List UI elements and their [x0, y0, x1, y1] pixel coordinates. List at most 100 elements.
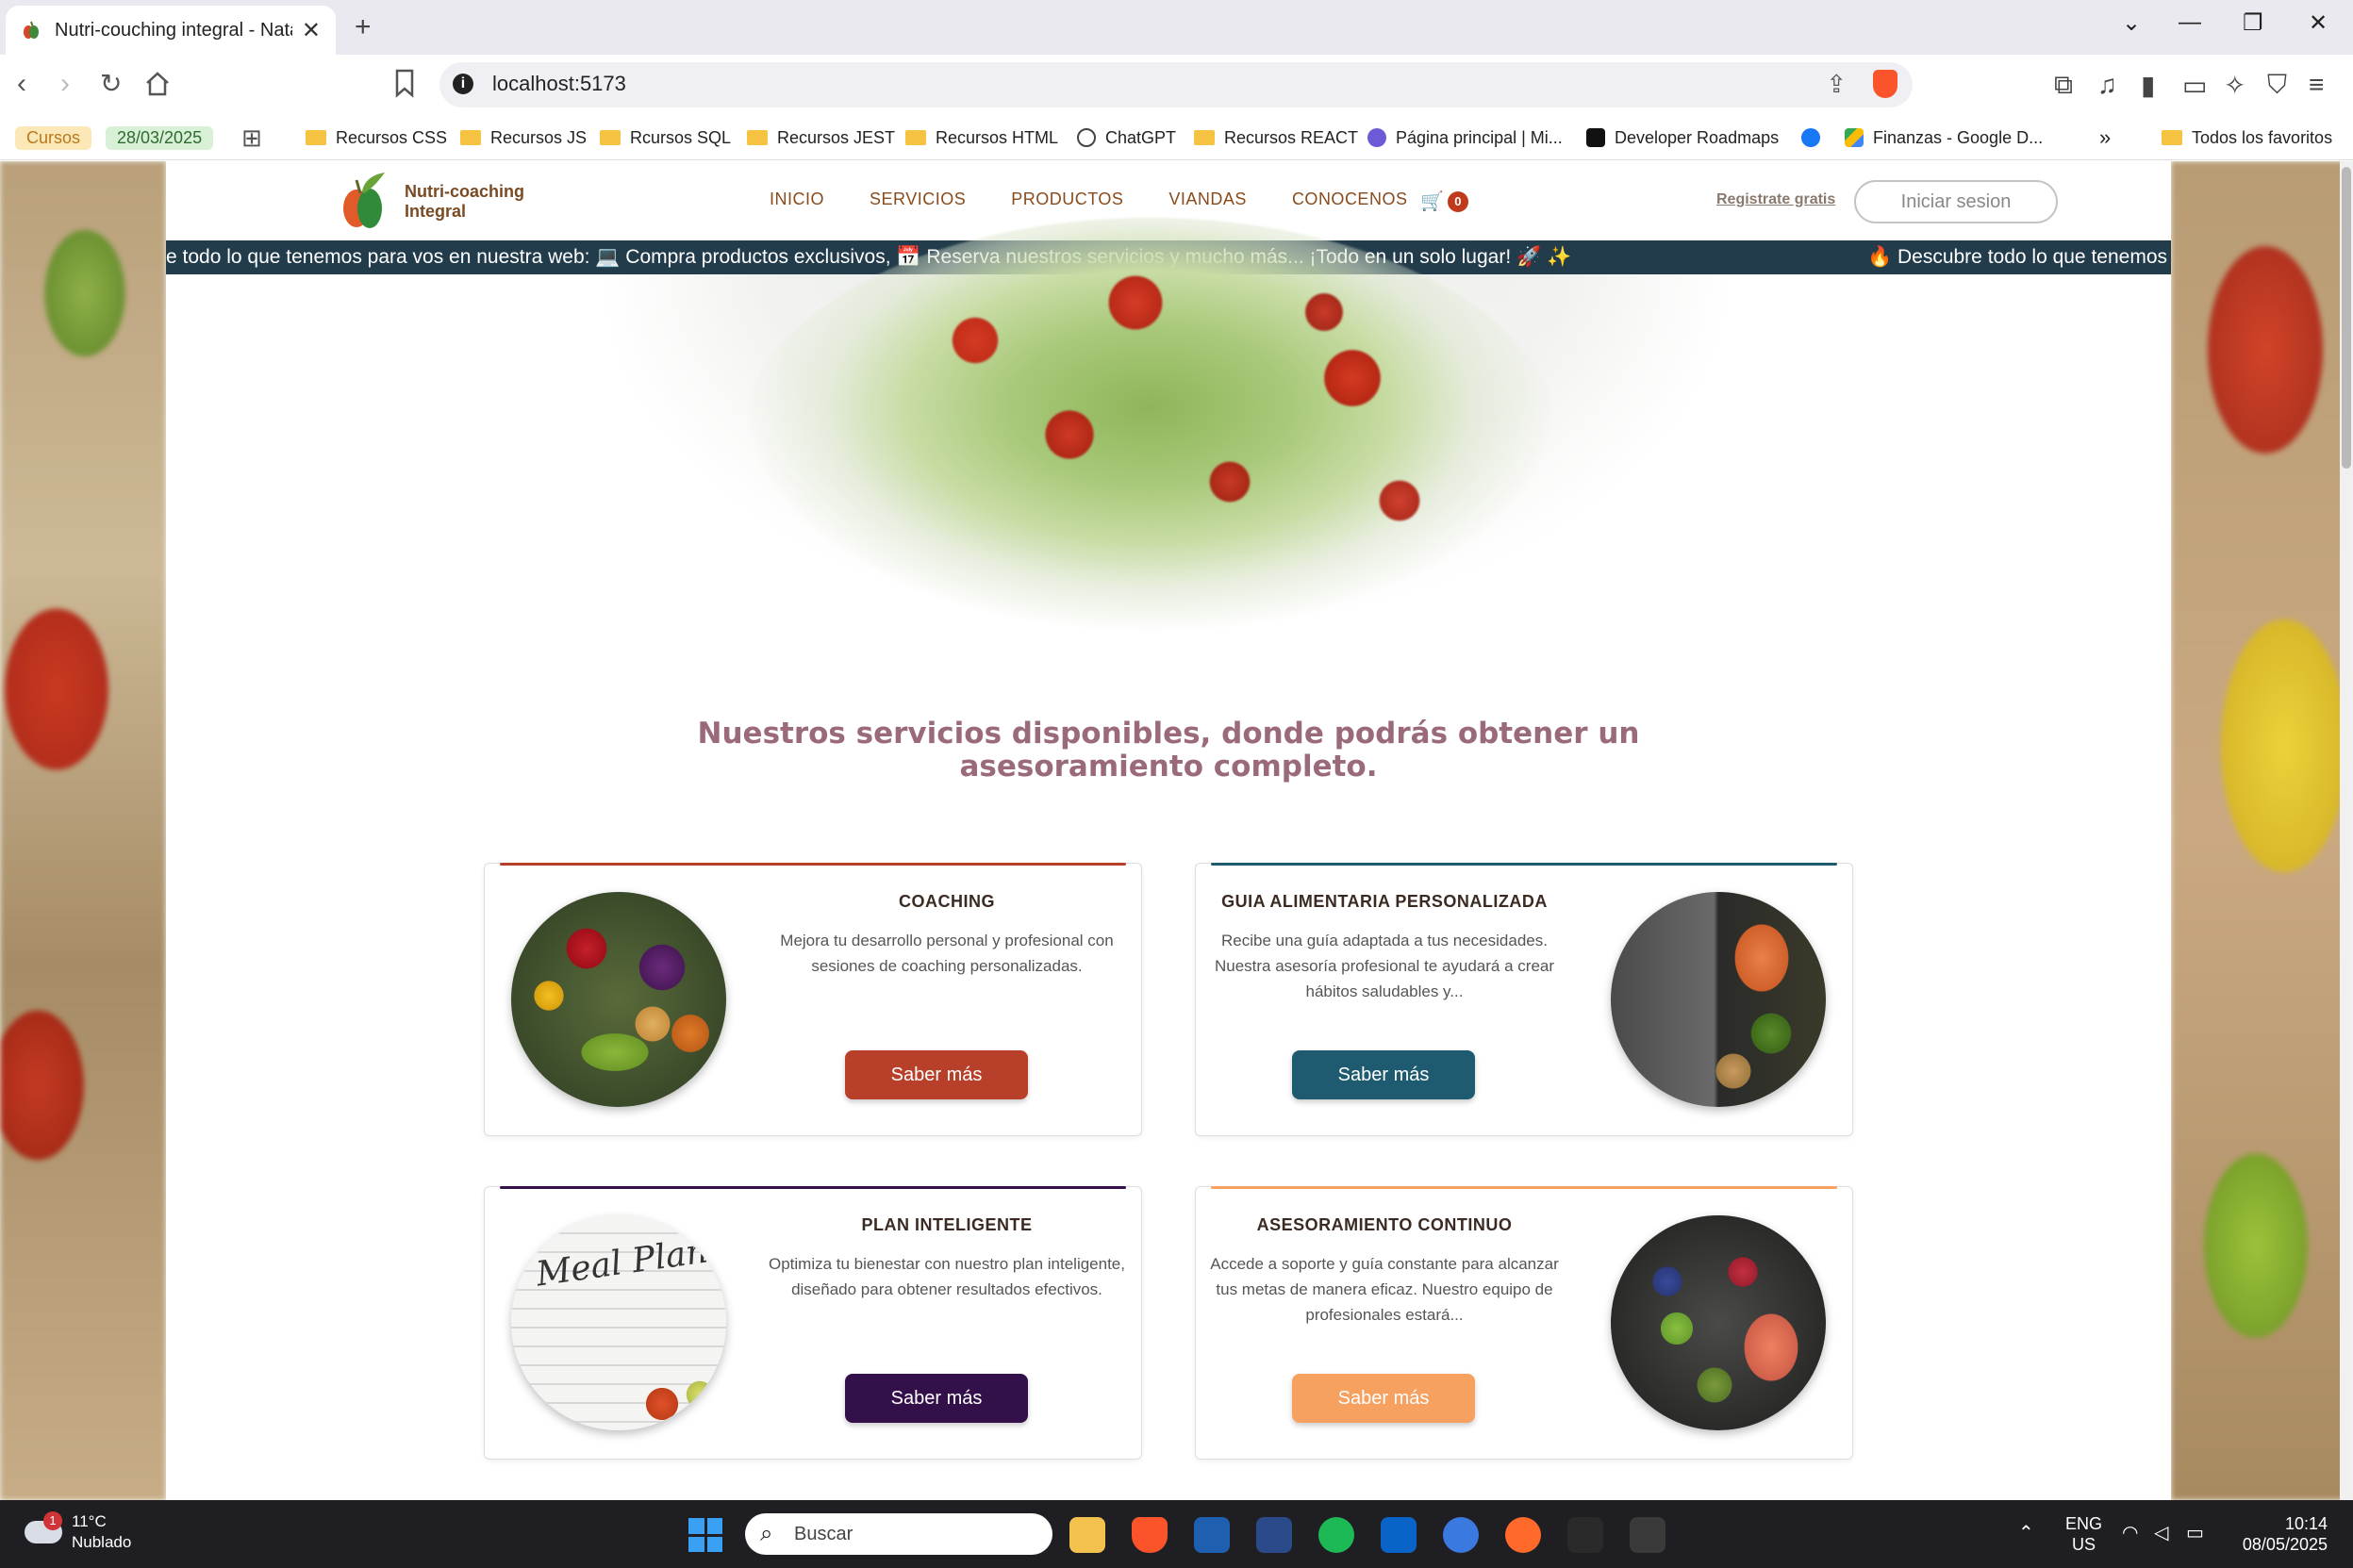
- google-drive-icon: [1845, 128, 1864, 147]
- wallet-icon[interactable]: ▭: [2182, 70, 2207, 101]
- bookmarks-bar: Cursos 28/03/2025 ⊞ Recursos CSS Recurso…: [0, 115, 2353, 160]
- page-viewport: Nutri-coaching Integral INICIO SERVICIOS…: [0, 161, 2353, 1500]
- site-icon: [1367, 128, 1386, 147]
- bookmark-recursos-css[interactable]: Recursos CSS: [306, 123, 447, 153]
- bookmark-label: ChatGPT: [1105, 127, 1177, 147]
- mail-app-icon[interactable]: [1194, 1517, 1230, 1553]
- card-accent-line: [500, 863, 1126, 866]
- brand-name[interactable]: Nutri-coaching Integral: [405, 182, 524, 222]
- nav-viandas[interactable]: VIANDAS: [1168, 190, 1247, 209]
- nav-servicios[interactable]: SERVICIOS: [870, 190, 966, 209]
- bookmark-recursos-jest[interactable]: Recursos JEST: [747, 123, 895, 153]
- bookmark-chip-cursos[interactable]: Cursos: [15, 123, 92, 153]
- all-favorites[interactable]: Todos los favoritos: [2162, 123, 2332, 153]
- saber-mas-button[interactable]: Saber más: [845, 1374, 1028, 1423]
- wifi-icon[interactable]: ◠: [2122, 1521, 2138, 1544]
- bookmark-rcursos-sql[interactable]: Rcursos SQL: [600, 123, 731, 153]
- language-code: ENG: [2065, 1514, 2103, 1533]
- site-info-icon[interactable]: i: [453, 74, 473, 94]
- restore-button[interactable]: ❐: [2243, 9, 2263, 37]
- folder-icon: [600, 130, 621, 145]
- site-favicon-icon: [24, 21, 39, 39]
- battery-icon[interactable]: ▭: [2186, 1521, 2204, 1544]
- weather-text: 11°C Nublado: [72, 1511, 131, 1553]
- tab-title: Nutri-couching integral - Natas: [55, 19, 292, 41]
- bookmark-label: Finanzas - Google D...: [1873, 127, 2044, 147]
- bookmark-recursos-html[interactable]: Recursos HTML: [905, 123, 1058, 153]
- app-store-icon[interactable]: [1443, 1517, 1479, 1553]
- language-indicator[interactable]: ENG US: [2065, 1513, 2102, 1555]
- chevron-up-icon[interactable]: ⌃: [2018, 1521, 2034, 1544]
- login-button[interactable]: Iniciar sesion: [1854, 180, 2058, 223]
- github-desktop-icon[interactable]: [1567, 1517, 1603, 1553]
- address-bar[interactable]: i localhost:5173 ⇪: [439, 62, 1913, 107]
- bookmark-developer-roadmaps[interactable]: Developer Roadmaps: [1586, 123, 1779, 153]
- search-icon: ⌕: [760, 1521, 773, 1546]
- leo-ai-icon[interactable]: ✧: [2224, 70, 2245, 101]
- extensions-icon[interactable]: ⧉: [2054, 70, 2073, 101]
- active-tab[interactable]: Nutri-couching integral - Natas ✕: [6, 6, 336, 55]
- card-title: COACHING: [899, 892, 995, 911]
- media-icon[interactable]: ♫: [2097, 70, 2117, 100]
- volume-icon[interactable]: ◁: [2154, 1521, 2168, 1544]
- tab-close-icon[interactable]: ✕: [302, 17, 321, 44]
- nav-conocenos[interactable]: CONOCENOS: [1292, 190, 1408, 209]
- reload-icon[interactable]: ↻: [100, 68, 122, 99]
- terminal-icon[interactable]: [1630, 1517, 1665, 1553]
- taskbar-search[interactable]: ⌕ Buscar: [745, 1513, 1052, 1555]
- share-icon[interactable]: ⇪: [1826, 70, 1847, 99]
- salad-bowl-image: [739, 218, 1560, 670]
- bookmark-chatgpt[interactable]: ChatGPT: [1077, 123, 1176, 153]
- minimize-button[interactable]: —: [2179, 9, 2201, 36]
- home-icon[interactable]: [143, 70, 172, 98]
- bookmark-finanzas[interactable]: Finanzas - Google D...: [1845, 123, 2043, 153]
- meal-plan-image: Meal Plan: [511, 1215, 726, 1430]
- file-explorer-icon[interactable]: [1069, 1517, 1105, 1553]
- forward-icon[interactable]: ›: [60, 68, 70, 100]
- windows-start-icon[interactable]: [688, 1518, 722, 1552]
- marquee-text-2: 🔥 Descubre todo lo que tenemos: [1867, 246, 2167, 268]
- brave-browser-icon[interactable]: [1132, 1517, 1168, 1553]
- more-bookmarks-icon[interactable]: »: [2099, 123, 2111, 153]
- outlook-icon[interactable]: [1381, 1517, 1417, 1553]
- meal-plan-handwriting: Meal Plan: [534, 1231, 710, 1295]
- tab-search-icon[interactable]: ⌄: [2122, 9, 2141, 37]
- card-accent-line: [500, 1186, 1126, 1189]
- menu-icon[interactable]: ≡: [2309, 70, 2324, 100]
- url-text[interactable]: localhost:5173: [492, 72, 626, 96]
- close-window-button[interactable]: ✕: [2309, 9, 2328, 37]
- bookmark-label: Recursos JEST: [777, 127, 896, 147]
- brand-line-2: Integral: [405, 202, 467, 221]
- apps-grid-icon[interactable]: ⊞: [241, 123, 262, 153]
- folder-icon: [2162, 130, 2182, 145]
- nav-productos[interactable]: PRODUCTOS: [1011, 190, 1123, 209]
- saber-mas-button[interactable]: Saber más: [1292, 1050, 1475, 1099]
- page-scrollbar[interactable]: [2340, 161, 2353, 1500]
- bookmark-recursos-react[interactable]: Recursos REACT: [1194, 123, 1358, 153]
- postman-icon[interactable]: [1505, 1517, 1541, 1553]
- brave-shields-icon[interactable]: [1873, 70, 1897, 98]
- vpn-icon[interactable]: ⛉: [2267, 70, 2287, 101]
- spotify-icon[interactable]: [1318, 1517, 1354, 1553]
- facebook-icon: [1801, 128, 1820, 147]
- register-link[interactable]: Registrate gratis: [1716, 191, 1835, 208]
- service-card-plan-inteligente: Meal Plan PLAN INTELIGENTE Optimiza tu b…: [484, 1186, 1142, 1460]
- bookmark-chip-date[interactable]: 28/03/2025: [106, 123, 214, 153]
- bookmark-facebook[interactable]: [1801, 123, 1820, 153]
- clock[interactable]: 10:14 08/05/2025: [2233, 1513, 2328, 1555]
- card-title: PLAN INTELIGENTE: [861, 1215, 1033, 1234]
- brand-logo-icon[interactable]: [336, 171, 392, 231]
- saber-mas-button[interactable]: Saber más: [845, 1050, 1028, 1099]
- cart-button[interactable]: 🛒 0: [1420, 190, 1468, 213]
- scrollbar-thumb[interactable]: [2342, 167, 2351, 469]
- sidebar-icon[interactable]: ▮: [2141, 70, 2155, 101]
- bookmark-pagina-principal[interactable]: Página principal | Mi...: [1367, 123, 1563, 153]
- roadmap-icon: [1586, 128, 1605, 147]
- saber-mas-button[interactable]: Saber más: [1292, 1374, 1475, 1423]
- bookmark-icon[interactable]: [392, 68, 417, 98]
- vscode-icon[interactable]: [1256, 1517, 1292, 1553]
- nav-inicio[interactable]: INICIO: [770, 190, 824, 209]
- back-icon[interactable]: ‹: [17, 68, 26, 100]
- bookmark-recursos-js[interactable]: Recursos JS: [460, 123, 587, 153]
- new-tab-button[interactable]: +: [355, 11, 372, 43]
